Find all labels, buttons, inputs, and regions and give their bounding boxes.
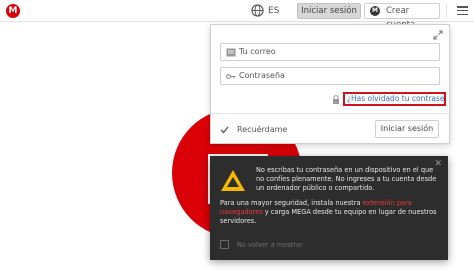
email-field[interactable]	[220, 43, 440, 61]
expand-icon[interactable]	[433, 30, 443, 40]
key-icon	[226, 74, 236, 79]
warning-triangle-icon	[221, 170, 245, 191]
forgot-password-link[interactable]: ¿Has olvidado tu contraseña?	[343, 92, 446, 106]
remember-me-label[interactable]: Recuérdame	[237, 125, 287, 135]
globe-icon[interactable]	[251, 4, 264, 17]
email-icon	[226, 48, 236, 57]
create-account-button[interactable]: M Crear cuenta	[364, 3, 440, 30]
security-tip-text: Para una mayor seguridad, instala nuestr…	[220, 199, 363, 207]
login-button[interactable]: Iniciar sesión	[375, 120, 439, 138]
top-bar: M ES Iniciar sesión M Crear cuenta	[0, 0, 474, 30]
warning-message: No escribas tu contraseña en un disposit…	[256, 166, 437, 192]
divider	[211, 113, 449, 114]
login-panel: ¿Has olvidado tu contraseña? Recuérdame …	[210, 24, 450, 144]
mega-logo-icon: M	[370, 6, 380, 16]
language-selector[interactable]: ES	[268, 5, 279, 17]
check-icon[interactable]	[220, 126, 229, 134]
security-warning-popup: ✕ No escribas tu contraseña en un dispos…	[210, 156, 448, 260]
password-input[interactable]	[239, 69, 435, 83]
dont-show-again-checkbox[interactable]	[220, 240, 229, 249]
mega-logo-icon[interactable]: M	[6, 4, 20, 18]
password-field[interactable]	[220, 67, 440, 85]
login-button-top[interactable]: Iniciar sesión	[297, 3, 361, 19]
security-tip: Para una mayor seguridad, instala nuestr…	[220, 199, 442, 226]
divider	[446, 3, 447, 19]
email-input[interactable]	[239, 45, 435, 59]
hamburger-menu-icon[interactable]	[457, 6, 468, 16]
dont-show-again-label[interactable]: No volver a mostrar	[237, 240, 303, 250]
lock-icon	[333, 95, 339, 104]
